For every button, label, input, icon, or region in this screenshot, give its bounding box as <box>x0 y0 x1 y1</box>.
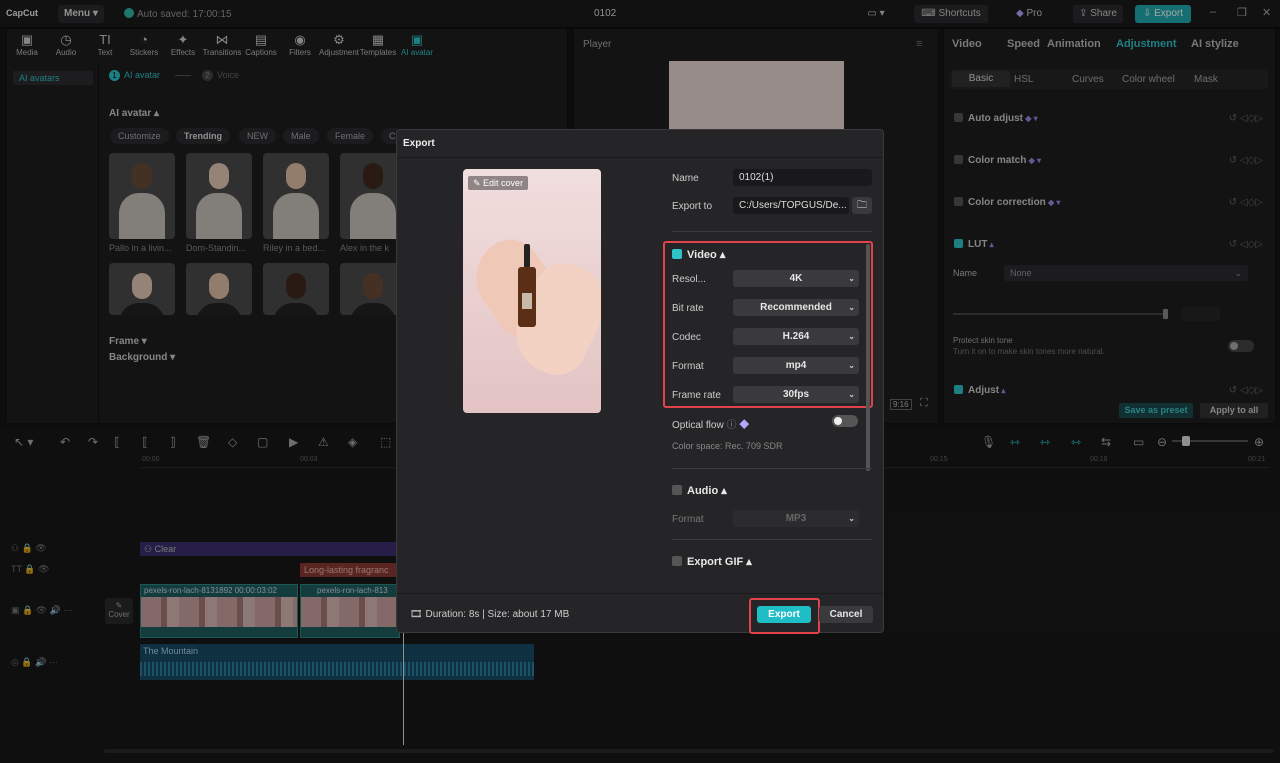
edit-cover-label: Edit cover <box>483 178 524 188</box>
edit-cover-button[interactable]: ✎ Edit cover <box>468 176 529 190</box>
dialog-scrollbar[interactable] <box>866 244 870 471</box>
audio-section-label: Audio <box>687 485 719 497</box>
audio-format-label: Format <box>672 514 704 525</box>
export-to-label: Export to <box>672 201 713 212</box>
optical-flow-toggle[interactable] <box>832 415 858 427</box>
video-settings-highlight <box>663 241 873 408</box>
gif-section-toggle[interactable]: Export GIF ▴ <box>672 555 752 568</box>
info-icon: ⓘ <box>726 420 737 431</box>
audio-checkbox[interactable] <box>672 485 682 495</box>
audio-format-value: MP3 <box>785 513 807 524</box>
export-dialog: Export ✎ Edit cover Name 0102(1) Export … <box>396 129 884 634</box>
gif-checkbox[interactable] <box>672 556 682 566</box>
dialog-title: Export <box>403 138 435 149</box>
optical-flow-label: Optical flow ⓘ ◆ <box>672 416 749 431</box>
cover-preview[interactable]: ✎ Edit cover <box>463 169 601 413</box>
gif-section-label: Export GIF <box>687 556 744 568</box>
folder-icon[interactable]: 🗀 <box>852 197 872 214</box>
cancel-button[interactable]: Cancel <box>819 606 873 623</box>
duration-info: 🎞 Duration: 8s | Size: about 17 MB <box>410 609 569 620</box>
section-divider <box>672 231 872 232</box>
dropper-top <box>524 244 530 268</box>
dialog-header-divider <box>397 157 883 158</box>
export-button-highlight <box>749 598 820 634</box>
footer-divider <box>397 593 883 594</box>
pro-gem-icon: ◆ <box>739 420 750 431</box>
duration-text: Duration: 8s | Size: about 17 MB <box>425 609 570 620</box>
export-path-input[interactable]: C:/Users/TOPGUS/De... <box>733 197 849 214</box>
serum-bottle <box>518 267 536 327</box>
section-divider <box>672 468 872 469</box>
color-space-text: Color space: Rec. 709 SDR <box>672 441 783 451</box>
name-input[interactable]: 0102(1) <box>733 169 872 186</box>
optical-flow-text: Optical flow <box>672 420 724 431</box>
chevron-down-icon: ⌄ <box>848 514 855 523</box>
audio-section-toggle[interactable]: Audio ▴ <box>672 484 727 497</box>
audio-format-select[interactable]: MP3 ⌄ <box>733 510 859 527</box>
section-divider <box>672 539 872 540</box>
film-icon: 🎞 <box>410 609 423 620</box>
name-label: Name <box>672 173 699 184</box>
